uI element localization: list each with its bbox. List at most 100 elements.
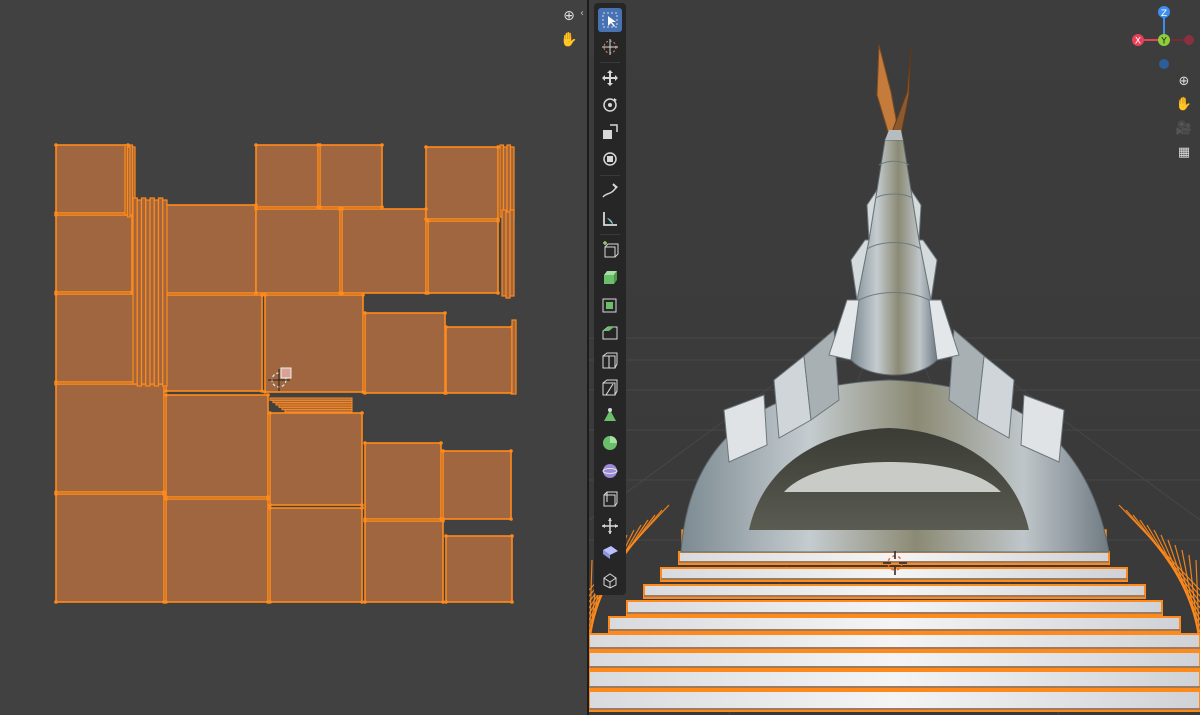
scene-render[interactable] <box>589 0 1200 715</box>
uv-layout[interactable] <box>0 0 587 715</box>
uv-vertex <box>340 207 344 211</box>
uv-vertex <box>363 600 367 604</box>
move-arrows-icon <box>602 70 618 86</box>
shrink-fatten-icon <box>602 518 618 534</box>
3d-viewport[interactable]: Z X Y ⊕ ✋ 🎥 ▦ <box>589 0 1200 715</box>
tool-shear[interactable] <box>598 541 622 565</box>
uv-vertex <box>266 393 270 397</box>
tool-measure[interactable] <box>598 207 622 231</box>
uv-vertex <box>54 213 58 217</box>
tool-cursor[interactable] <box>598 35 622 59</box>
uv-strip-island <box>269 397 353 413</box>
uv-vertex <box>340 291 344 295</box>
gizmo-neg-z-axis <box>1159 59 1169 69</box>
camera-icon[interactable]: 🎥 <box>1173 117 1195 139</box>
zoom-icon[interactable]: ⊕ <box>559 6 579 26</box>
tool-spin[interactable] <box>598 431 622 455</box>
uv-island[interactable] <box>165 498 269 603</box>
uv-vertex <box>318 205 322 209</box>
uv-strip-island <box>501 209 515 299</box>
uv-island[interactable] <box>442 450 512 520</box>
uv-vertex <box>254 291 258 295</box>
uv-island[interactable] <box>269 507 363 603</box>
hand-icon[interactable]: ✋ <box>559 30 579 50</box>
gizmo-y-label: Y <box>1160 37 1167 47</box>
crosshair-cursor-icon <box>602 39 618 55</box>
tool-transform[interactable] <box>598 147 622 171</box>
uv-vertex <box>254 207 258 211</box>
grid-icon[interactable]: ▦ <box>1173 141 1195 163</box>
uv-vertex <box>380 205 384 209</box>
tool-loop-cut[interactable] <box>598 349 622 373</box>
uv-island[interactable] <box>255 208 341 294</box>
uv-vertex <box>510 534 514 538</box>
uv-vertex <box>426 291 430 295</box>
uv-vertex <box>424 145 428 149</box>
tool-knife[interactable] <box>598 376 622 400</box>
tool-poly-build[interactable] <box>598 404 622 428</box>
rotate-icon <box>603 98 617 112</box>
uv-strip-island <box>132 197 168 387</box>
tool-shrink-fatten[interactable] <box>598 514 622 538</box>
bevel-icon <box>602 326 618 340</box>
uv-island[interactable] <box>445 535 513 603</box>
uv-vertex <box>444 325 448 329</box>
uv-island[interactable] <box>165 394 269 498</box>
tool-rotate[interactable] <box>598 93 622 117</box>
toolbar-separator <box>600 175 620 176</box>
uv-vertex <box>164 497 168 501</box>
loop-cut-icon <box>602 352 618 369</box>
scale-icon <box>603 124 618 139</box>
uv-vertex <box>509 517 513 521</box>
tool-rip-region[interactable] <box>598 568 622 592</box>
tool-annotate[interactable] <box>598 179 622 203</box>
tool-shelf <box>594 3 626 595</box>
uv-island[interactable] <box>55 493 165 603</box>
uv-island[interactable] <box>364 442 442 520</box>
uv-island[interactable] <box>264 294 364 393</box>
uv-island[interactable] <box>55 144 129 214</box>
uv-island[interactable] <box>55 383 165 493</box>
uv-island[interactable] <box>269 412 363 506</box>
chevron-left-icon[interactable]: ‹ <box>580 8 584 19</box>
uv-island[interactable] <box>165 204 257 294</box>
uv-vertex <box>360 411 364 415</box>
uv-island[interactable] <box>364 520 444 603</box>
tool-edge-slide[interactable] <box>598 487 622 511</box>
navigation-gizmo[interactable]: Z X Y <box>1129 2 1199 72</box>
add-cube-icon <box>603 241 619 258</box>
knife-icon <box>602 379 618 396</box>
uv-island[interactable] <box>425 146 499 220</box>
gizmo-neg-x-axis <box>1184 35 1194 45</box>
extrude-icon <box>604 271 617 284</box>
uv-editor[interactable]: ⊕ ✋ ‹ <box>0 0 587 715</box>
tool-move[interactable] <box>598 66 622 90</box>
uv-vertex <box>268 411 272 415</box>
zoom-icon[interactable]: ⊕ <box>1173 70 1195 92</box>
uv-island[interactable] <box>255 144 319 208</box>
uv-vertex <box>268 600 272 604</box>
hand-icon[interactable]: ✋ <box>1173 93 1195 115</box>
uv-island[interactable] <box>364 312 446 394</box>
uv-island[interactable] <box>445 326 513 394</box>
uv-island[interactable] <box>427 220 499 294</box>
cursor-select-icon <box>602 12 618 28</box>
tool-smooth[interactable] <box>598 459 622 483</box>
uv-vertex <box>263 293 267 297</box>
tool-inset[interactable] <box>598 293 622 317</box>
uv-island[interactable] <box>165 294 263 392</box>
uv-island[interactable] <box>319 144 383 208</box>
uv-island[interactable] <box>341 208 427 294</box>
tool-extrude[interactable] <box>598 265 622 289</box>
tool-bevel[interactable] <box>598 321 622 345</box>
uv-vertex <box>54 492 58 496</box>
uv-vertex <box>363 311 367 315</box>
uv-vertex <box>510 600 514 604</box>
uv-vertex <box>360 506 364 510</box>
uv-vertex <box>54 143 58 147</box>
uv-island[interactable] <box>55 214 133 293</box>
uv-vertex <box>444 534 448 538</box>
tool-add-cube[interactable] <box>598 238 622 262</box>
tool-select-box[interactable] <box>598 8 622 32</box>
tool-scale[interactable] <box>598 120 622 144</box>
